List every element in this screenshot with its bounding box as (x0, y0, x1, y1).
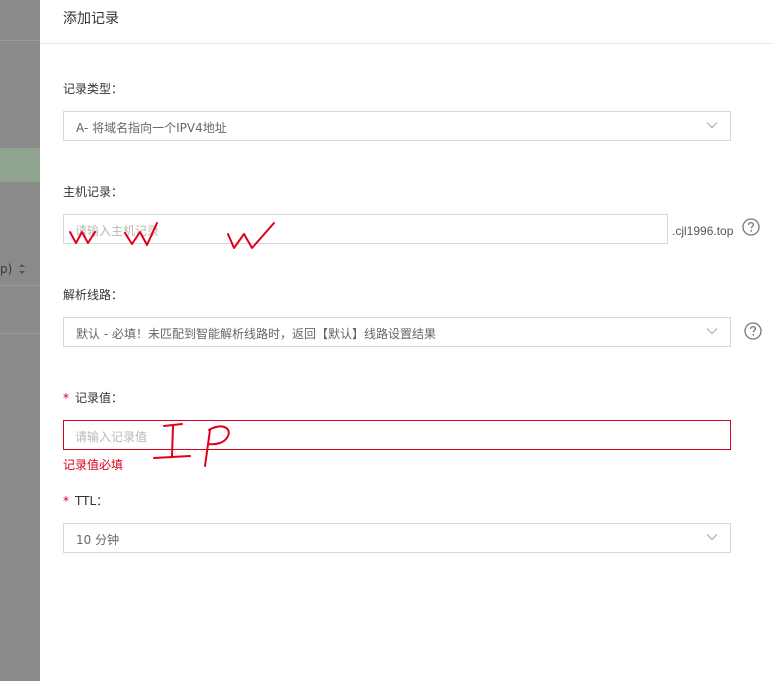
required-mark: * (63, 391, 69, 405)
background-divider (0, 285, 40, 286)
panel-title: 添加记录 (63, 11, 119, 27)
line-label: 解析线路： (63, 288, 124, 302)
line-select[interactable]: 默认 - 必填！未匹配到智能解析线路时，返回【默认】线路设置结果 (63, 317, 731, 347)
chevron-down-icon (706, 534, 718, 541)
background-divider (0, 333, 40, 334)
record-type-select[interactable]: A- 将域名指向一个IPV4地址 (63, 111, 731, 141)
background-column-label: p) (0, 262, 13, 276)
panel-header: 添加记录 (40, 0, 773, 44)
help-icon[interactable] (744, 322, 762, 340)
record-type-label: 记录类型： (63, 82, 124, 96)
domain-suffix: .cjl1996.top (672, 224, 734, 238)
sort-icon (17, 262, 27, 276)
line-value: 默认 - 必填！未匹配到智能解析线路时，返回【默认】线路设置结果 (76, 327, 436, 341)
background-divider (0, 40, 40, 41)
ttl-value: 10 分钟 (76, 533, 120, 547)
record-type-value: A- 将域名指向一个IPV4地址 (76, 121, 227, 135)
help-icon[interactable] (742, 218, 760, 236)
host-record-input[interactable]: 请输入主机记录 (63, 214, 668, 244)
record-value-label-text: 记录值： (75, 391, 124, 405)
record-value-input[interactable]: 请输入记录值 (63, 420, 731, 450)
host-record-placeholder: 请输入主机记录 (75, 224, 160, 238)
background-highlight-row (0, 148, 40, 182)
ttl-select[interactable]: 10 分钟 (63, 523, 731, 553)
ttl-label: * TTL： (63, 492, 108, 509)
record-value-placeholder: 请输入记录值 (75, 430, 148, 444)
record-value-label: * 记录值： (63, 389, 123, 406)
chevron-down-icon (706, 328, 718, 335)
ttl-label-text: TTL： (75, 494, 109, 508)
host-record-label: 主机记录： (63, 185, 124, 199)
required-mark: * (63, 494, 69, 508)
background-page-overlay: p) (0, 0, 40, 681)
add-record-panel: 添加记录 记录类型： A- 将域名指向一个IPV4地址 主机记录： 请输入主机记… (40, 0, 773, 681)
chevron-down-icon (706, 122, 718, 129)
record-value-error: 记录值必填 (63, 458, 124, 472)
